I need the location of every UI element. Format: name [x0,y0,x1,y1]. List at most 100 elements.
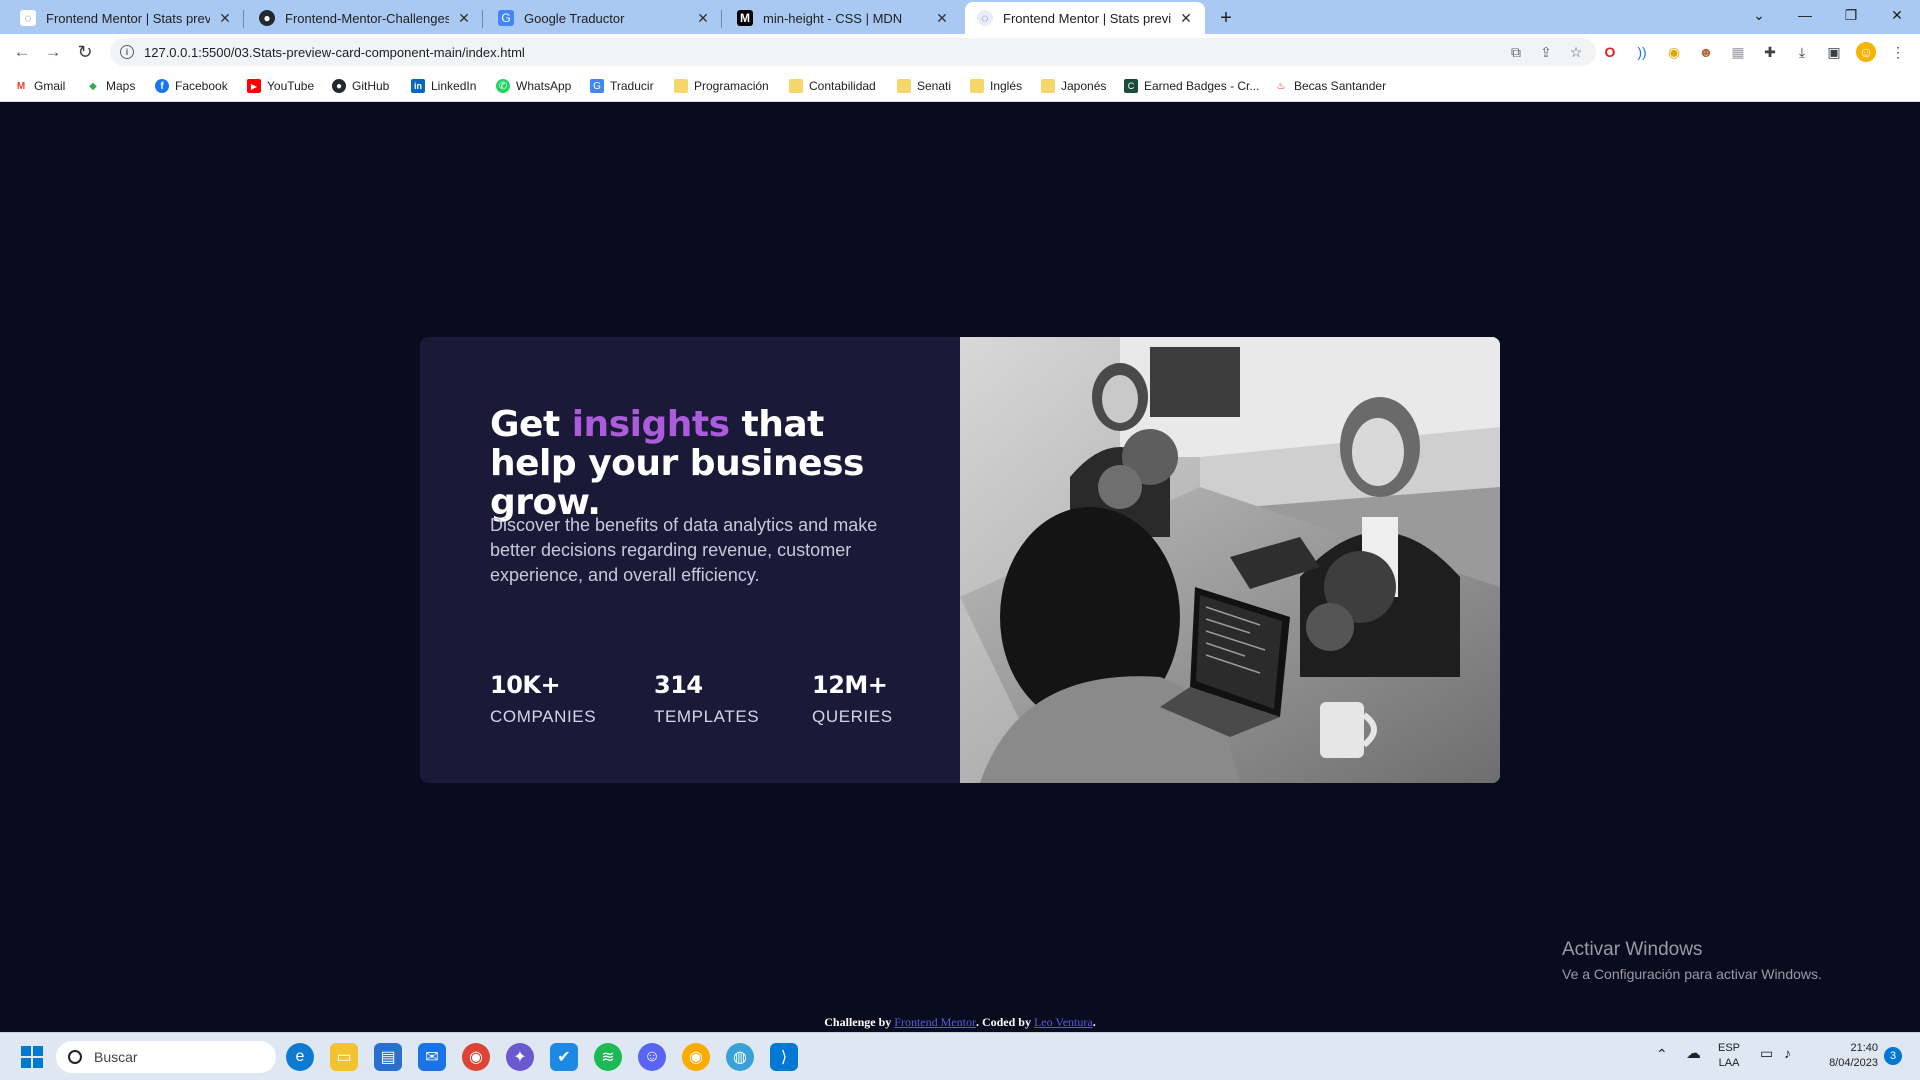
activation-title: Activar Windows [1562,939,1703,960]
reload-icon[interactable]: ↻ [73,40,97,64]
download-icon[interactable]: ⤓ [1792,42,1812,62]
bookmark-linkedin[interactable]: in LinkedIn [411,77,476,95]
todo-icon[interactable]: ✔ [550,1043,578,1071]
attribution-text: Challenge by [824,1015,895,1029]
whatsapp-icon: ✆ [496,79,510,93]
translate-page-icon[interactable]: ⧉ [1506,42,1526,62]
url-text[interactable]: 127.0.0.1:5500/03.Stats-preview-card-com… [144,45,525,60]
bookmark-gmail[interactable]: M Gmail [14,77,66,95]
spotify-icon[interactable]: ≋ [594,1043,622,1071]
bookmark-folder-contabilidad[interactable]: Contabilidad [789,77,876,95]
language-indicator[interactable]: ESP LAA [1718,1041,1740,1071]
tab-2[interactable]: ● Frontend-Mentor-Challenges/sty ✕ [247,2,483,34]
stats-preview-card: Get insights that help your business gro… [420,337,1500,783]
opera-extension-icon[interactable]: O [1600,42,1620,62]
notification-badge[interactable]: 3 [1884,1047,1902,1065]
bookmark-folder-japones[interactable]: Japonés [1041,77,1106,95]
close-icon[interactable]: ✕ [455,9,473,27]
windows-taskbar: Buscar e ▭ ▤ ✉ ◉ ✦ ✔ ≋ ☺ ◉ ◍ ⟩ ⌃ ☁ ESP L… [0,1032,1920,1080]
avatar-extension-icon[interactable]: ☻ [1696,42,1716,62]
attribution-text: . Coded by [975,1015,1034,1029]
credly-icon: C [1124,79,1138,93]
minimize-button[interactable]: — [1782,0,1828,30]
office-photo-image [960,337,1500,783]
chrome-canary-icon[interactable]: ◉ [682,1043,710,1071]
discord-icon[interactable]: ☺ [638,1043,666,1071]
side-panel-icon[interactable]: ▣ [1824,42,1844,62]
bookmark-facebook[interactable]: f Facebook [155,77,228,95]
new-tab-button[interactable]: + [1214,6,1238,30]
language-code: ESP [1718,1042,1741,1054]
close-icon[interactable]: ✕ [216,9,234,27]
bookmark-github[interactable]: ● GitHub [332,77,389,95]
close-icon[interactable]: ✕ [694,9,712,27]
volume-icon[interactable]: ♪ [1784,1046,1791,1061]
microsoft-store-icon[interactable]: ▤ [374,1043,402,1071]
menu-kebab-icon[interactable]: ⋮ [1888,42,1908,62]
app-icon[interactable]: ✦ [506,1043,534,1071]
tab-title: min-height - CSS | MDN [763,10,903,26]
bookmark-folder-ingles[interactable]: Inglés [970,77,1022,95]
file-explorer-icon[interactable]: ▭ [330,1043,358,1071]
edge-icon[interactable]: e [286,1043,314,1071]
gmail-icon: M [16,80,26,92]
back-arrow-icon[interactable]: ← [10,40,34,64]
color-extension-icon[interactable]: ◉ [1664,42,1684,62]
close-icon[interactable]: ✕ [1177,9,1195,27]
capture-extension-icon[interactable]: ▦ [1728,42,1748,62]
bookmark-label: Senati [917,79,952,93]
site-info-icon[interactable]: i [120,45,134,59]
folder-icon [970,79,984,93]
bookmark-maps[interactable]: ◆ Maps [86,77,135,95]
tab-5-active[interactable]: ◌ Frontend Mentor | Stats preview ✕ [965,2,1205,34]
window-close-button[interactable]: ✕ [1874,0,1920,30]
stat-templates: 314 TEMPLATES [654,671,759,727]
globe-app-icon[interactable]: ◍ [726,1043,754,1071]
close-icon[interactable]: ✕ [933,9,951,27]
bookmark-folder-programacion[interactable]: Programación [674,77,769,95]
search-icon [68,1050,82,1064]
tab-search-icon[interactable]: ⌄ [1736,0,1782,30]
chrome-icon[interactable]: ◉ [462,1043,490,1071]
card-text-panel: Get insights that help your business gro… [420,337,960,783]
bookmark-label: Facebook [175,79,228,93]
frontend-mentor-link[interactable]: Frontend Mentor [894,1015,976,1029]
keyboard-layout: LAA [1718,1057,1740,1069]
tab-1[interactable]: ◌ Frontend Mentor | Stats preview ✕ [8,2,244,34]
tray-chevron-icon[interactable]: ⌃ [1656,1047,1668,1062]
forward-arrow-icon[interactable]: → [41,40,65,64]
tab-3[interactable]: G Google Traductor ✕ [486,2,722,34]
bookmark-santander[interactable]: ♨ Becas Santander [1274,77,1387,95]
card-office-photo [960,337,1500,783]
santander-icon: ♨ [1276,80,1286,92]
restore-button[interactable]: ❐ [1828,0,1874,30]
maps-icon: ◆ [89,80,97,92]
clock[interactable]: 21:40 8/04/2023 [1816,1041,1878,1071]
bookmark-credly[interactable]: C Earned Badges - Cr... [1124,77,1259,95]
stat-value: 10K+ [490,671,561,699]
extensions-puzzle-icon[interactable]: ✚ [1760,42,1780,62]
share-icon[interactable]: ⇪ [1536,42,1556,62]
onedrive-cloud-icon[interactable]: ☁ [1686,1046,1701,1061]
profile-avatar[interactable]: ☺ [1856,42,1876,62]
bookmark-star-icon[interactable]: ☆ [1566,42,1586,62]
speech-extension-icon[interactable]: )) [1632,42,1652,62]
search-placeholder: Buscar [94,1049,138,1065]
tab-4[interactable]: M min-height - CSS | MDN ✕ [725,2,961,34]
network-icon[interactable]: ▭ [1760,1046,1773,1061]
folder-icon [897,79,911,93]
mail-icon[interactable]: ✉ [418,1043,446,1071]
folder-icon [789,79,803,93]
bookmark-youtube[interactable]: ▶ YouTube [247,77,314,95]
vscode-icon[interactable]: ⟩ [770,1043,798,1071]
bookmark-traducir[interactable]: G Traducir [590,77,654,95]
taskbar-search-box[interactable]: Buscar [56,1041,276,1073]
windows-start-icon[interactable] [18,1043,46,1071]
author-link[interactable]: Leo Ventura [1034,1015,1093,1029]
bookmark-whatsapp[interactable]: ✆ WhatsApp [496,77,571,95]
folder-icon [674,79,688,93]
bookmark-folder-senati[interactable]: Senati [897,77,951,95]
stat-label: COMPANIES [490,707,597,726]
bookmark-label: GitHub [352,79,390,93]
address-bar[interactable]: i 127.0.0.1:5500/03.Stats-preview-card-c… [110,38,1596,66]
